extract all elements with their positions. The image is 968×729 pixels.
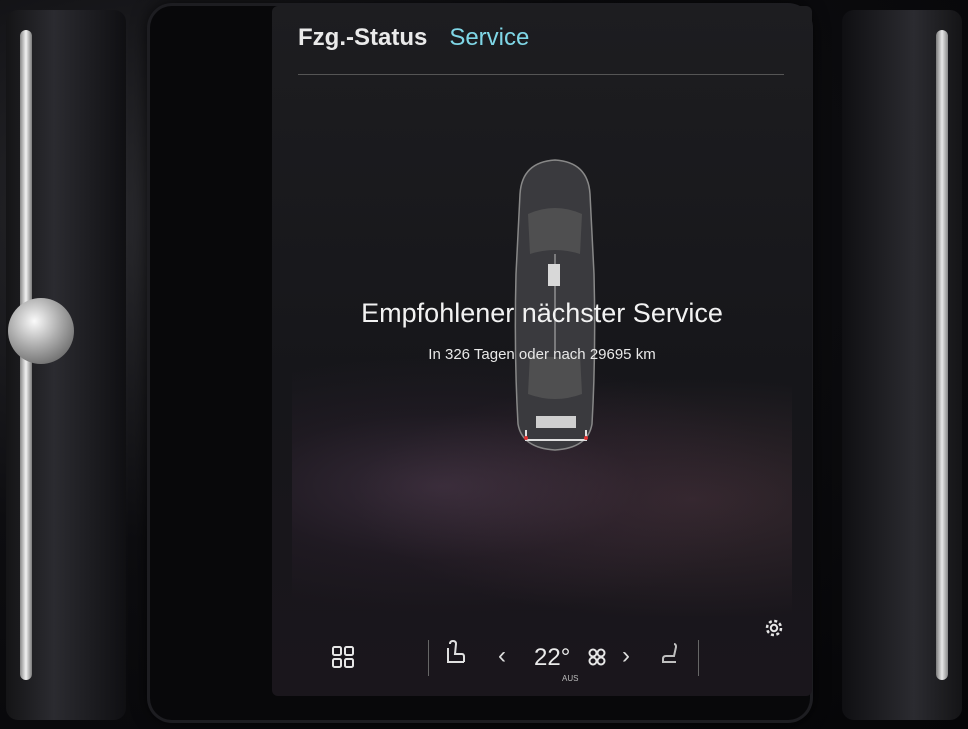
fan-status-label: AUS [562, 674, 579, 683]
temperature-value[interactable]: 22° [534, 644, 570, 672]
infotainment-screen: Fzg.-Status Service Empfohlener nächster… [272, 6, 812, 696]
tab-vehicle-status[interactable]: Fzg.-Status [298, 24, 427, 52]
right-chrome-trim [936, 30, 948, 680]
apps-grid-icon[interactable] [332, 646, 354, 668]
tab-bar: Fzg.-Status Service [298, 24, 529, 52]
climate-bar: ‹ 22° AUS › [272, 624, 812, 696]
chevron-right-icon[interactable]: › [622, 642, 630, 670]
divider [428, 640, 429, 676]
divider [698, 640, 699, 676]
seat-icon[interactable] [660, 642, 680, 664]
seat-heating-icon[interactable] [444, 640, 466, 666]
service-detail: In 326 Tagen oder nach 29695 km [428, 346, 656, 363]
tab-divider [298, 74, 784, 75]
tab-service[interactable]: Service [449, 24, 529, 52]
fan-icon[interactable] [588, 648, 606, 666]
chevron-left-icon[interactable]: ‹ [498, 642, 506, 670]
service-headline: Empfohlener nächster Service [361, 298, 723, 328]
vent-knob [8, 298, 74, 364]
